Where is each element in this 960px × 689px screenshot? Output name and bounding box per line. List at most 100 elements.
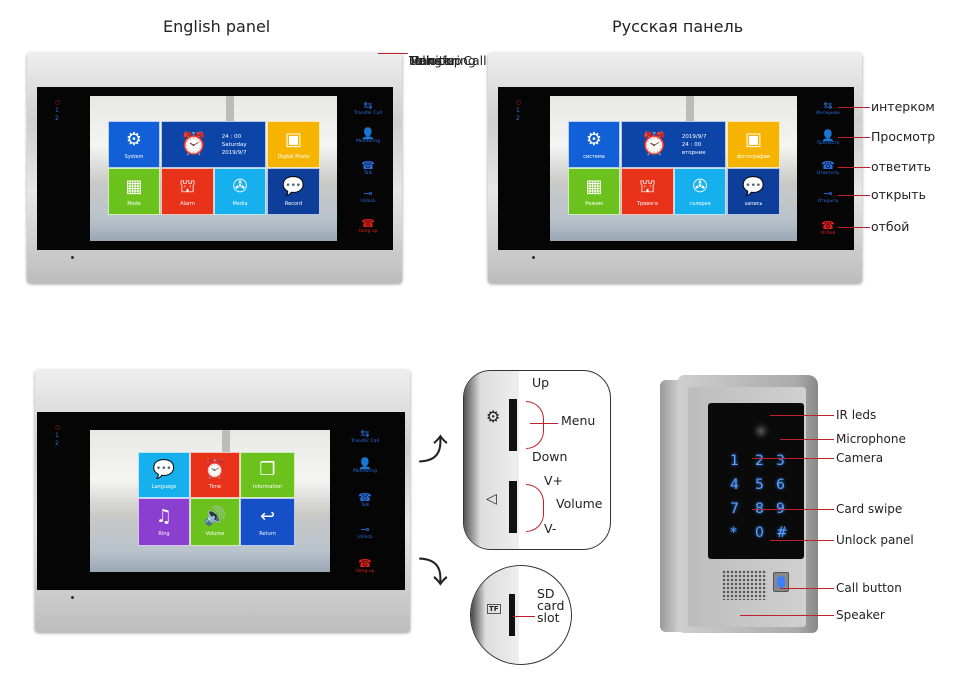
side-button-label: Отбой xyxy=(820,231,836,236)
side-button-2[interactable]: ☎ Talk xyxy=(345,492,385,508)
keypad-key-5[interactable]: 5 xyxy=(755,477,764,493)
menu-tile-language[interactable]: 💬 Language xyxy=(138,452,190,498)
volume-label: Volume xyxy=(556,496,603,511)
side-button-0[interactable]: ⇆ Интерком xyxy=(808,100,848,116)
menu-tile-volume[interactable]: 🔊 Volume xyxy=(190,498,240,546)
side-button-3[interactable]: ⊸ Открыть xyxy=(808,188,848,204)
touch-screen[interactable]: ⚙ System ⏰ 24 : 00 Saturday 2019/9/7 ▣ Digital … xyxy=(90,96,337,241)
side-button-4[interactable]: ☎ Hang up xyxy=(348,218,388,234)
side-button-label: Ответить xyxy=(816,171,840,176)
hang-up-icon: ☎ xyxy=(361,217,375,230)
side-button-2[interactable]: ☎ Ответить xyxy=(808,160,848,176)
sd-card-slot[interactable] xyxy=(509,594,515,636)
menu-tile-галерея[interactable]: ✇ галерея xyxy=(674,168,726,215)
hang-up-icon: ☎ xyxy=(358,557,372,570)
menu-tile-система[interactable]: ⚙ система xyxy=(568,121,620,168)
side-button-3[interactable]: ⊸ Unlock xyxy=(348,188,388,204)
call-button[interactable] xyxy=(773,572,789,592)
side-button-2[interactable]: ☎ Talk xyxy=(348,160,388,176)
clock-line: 2019/9/7 xyxy=(221,149,247,156)
siren-icon: ⛫ xyxy=(179,175,196,197)
tile-label: Mode xyxy=(127,200,141,207)
side-button-0[interactable]: ⇆ Transfer Call xyxy=(345,428,385,444)
menu-tile-запись[interactable]: 💬 запись xyxy=(727,168,780,215)
menu-tile-режим[interactable]: ▦ Режим xyxy=(568,168,620,215)
curved-arrow-icon: ⤵ xyxy=(418,556,448,591)
side-button-4[interactable]: ☎ Hang up xyxy=(345,558,385,574)
menu-tile-digital-photo[interactable]: ▣ Digital Photo xyxy=(267,121,320,168)
vminus-label: V- xyxy=(544,521,557,536)
menu-tile-information[interactable]: ❐ Information xyxy=(240,452,295,498)
menu-tile-clock[interactable]: ⏰ 2019/9/7 24 : 00 вторник xyxy=(621,121,726,168)
phone-icon: ☎ xyxy=(361,159,375,172)
callout-line xyxy=(780,588,834,589)
side-button-label: Интерком xyxy=(816,111,840,116)
callout-line xyxy=(770,540,834,541)
callout-label: интерком xyxy=(871,99,935,114)
tile-label: галерея xyxy=(689,200,711,207)
side-button-label: Monitoring xyxy=(352,469,378,474)
touch-screen[interactable]: 💬 Language ⏰ Time ❐ Information ♫ Ring 🔊 Volume ↩ R… xyxy=(90,430,330,572)
menu-tile-media[interactable]: ✇ Media xyxy=(214,168,266,215)
menu-tile-тревога[interactable]: ⛫ Тревога xyxy=(621,168,674,215)
status-indicators: ○ 1 2 xyxy=(55,424,60,448)
menu-tile-time[interactable]: ⏰ Time xyxy=(190,452,240,498)
clock-line: 24 : 00 xyxy=(681,141,702,148)
menu-tile-mode[interactable]: ▦ Mode xyxy=(108,168,160,215)
side-button-label: Monitoring xyxy=(355,139,381,144)
camera-lens xyxy=(753,423,769,439)
tile-label: Media xyxy=(232,200,248,207)
keypad-key-#[interactable]: # xyxy=(776,525,788,541)
keypad-key-0[interactable]: 0 xyxy=(755,525,764,541)
menu-tile-фотографии[interactable]: ▣ фотографии xyxy=(727,121,780,168)
side-button-label: Hang up xyxy=(358,229,378,234)
phone-icon: ☎ xyxy=(821,159,835,172)
menu-rocker-button[interactable] xyxy=(509,399,517,451)
music-list-icon: ♫ xyxy=(155,506,173,527)
side-button-1[interactable]: 👤 Monitoring xyxy=(345,458,385,474)
alarm-clock-icon: ⏰ xyxy=(640,131,668,157)
clock-line: вторник xyxy=(681,149,706,156)
door-callout-label: Call button xyxy=(836,581,902,595)
tile-label: System xyxy=(124,153,144,160)
tile-label: запись xyxy=(744,200,763,207)
menu-tile-system[interactable]: ⚙ System xyxy=(108,121,160,168)
speaker-grille xyxy=(722,570,767,600)
callout-line xyxy=(838,107,870,108)
callout-line xyxy=(838,137,870,138)
side-button-0[interactable]: ⇆ Transfer Call xyxy=(348,100,388,116)
microphone-hole xyxy=(532,256,535,259)
side-button-3[interactable]: ⊸ Unlock xyxy=(345,524,385,540)
menu-tile-ring[interactable]: ♫ Ring xyxy=(138,498,190,546)
keypad-key-1[interactable]: 1 xyxy=(730,453,739,469)
side-button-4[interactable]: ☎ Отбой xyxy=(808,220,848,236)
indicator-label: 2 xyxy=(55,115,59,122)
key-icon: ⊸ xyxy=(360,523,370,536)
keypad-key-4[interactable]: 4 xyxy=(730,477,739,493)
menu-tile-clock[interactable]: ⏰ 24 : 00 Saturday 2019/9/7 xyxy=(161,121,266,168)
keypad-key-7[interactable]: 7 xyxy=(730,501,739,517)
monitor-frame: ○ 1 2 ⚙ System ⏰ 24 : 00 Saturday 2019/9/7 ▣ Digit… xyxy=(27,53,487,283)
side-button-1[interactable]: 👤 Просмотр xyxy=(808,130,848,146)
tile-label: фотографии xyxy=(737,153,770,160)
keypad-key-*[interactable]: * xyxy=(730,525,737,541)
menu-label: Menu xyxy=(561,413,596,428)
volume-rocker-button[interactable] xyxy=(509,481,517,533)
microphone-hole xyxy=(71,596,74,599)
menu-tile-record[interactable]: 💬 Record xyxy=(267,168,320,215)
indicator-label: 2 xyxy=(55,440,59,447)
keypad-key-6[interactable]: 6 xyxy=(776,477,785,493)
alarm-clock-icon: ⏰ xyxy=(180,131,208,157)
keypad-key-3[interactable]: 3 xyxy=(776,453,785,469)
menu-tile-alarm[interactable]: ⛫ Alarm xyxy=(161,168,214,215)
callout-line xyxy=(752,458,834,459)
side-button-1[interactable]: 👤 Monitoring xyxy=(348,128,388,144)
clock-line: 24 : 00 xyxy=(221,133,242,140)
photo-icon: ▣ xyxy=(284,128,302,150)
touch-screen[interactable]: ⚙ система ⏰ 2019/9/7 24 : 00 вторник ▣ фотограф… xyxy=(550,96,797,241)
menu-tile-return[interactable]: ↩ Return xyxy=(240,498,295,546)
chat-bubbles-icon: 💬 xyxy=(282,175,305,197)
film-reel-icon: ✇ xyxy=(692,175,708,197)
tile-label: Time xyxy=(208,484,222,490)
keypad-key-2[interactable]: 2 xyxy=(755,453,764,469)
